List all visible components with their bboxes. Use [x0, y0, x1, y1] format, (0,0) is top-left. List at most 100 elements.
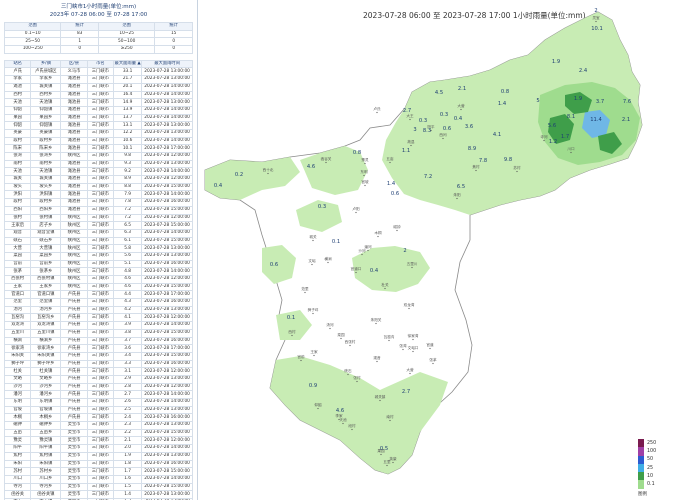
table-row[interactable]: 天池 天池镇 渑池县 三门峡市 9.2 2023-07-28 14:00:00: [3, 167, 193, 177]
table-row[interactable]: 杜关 杜关镇 卢氏县 三门峡市 3.1 2023-07-28 12:00:00: [3, 367, 193, 376]
table-row[interactable]: 五里川 五里川镇 卢氏县 三门峡市 3.8 2023-07-28 15:00:00: [3, 328, 193, 338]
table-row[interactable]: 官坡 官坡镇 卢氏县 三门峡市 2.5 2023-07-28 13:00:00: [3, 405, 193, 415]
table-row[interactable]: 西村 西村乡 渑池县 三门峡市 16.4 2023-07-28 14:00:00: [3, 90, 193, 100]
table-row[interactable]: 西张村 西张村镇 陕州区 三门峡市 4.6 2023-07-28 12:00:00: [3, 275, 193, 284]
table-cell: 瓦窑沟: [3, 313, 32, 323]
table-row[interactable]: 张茅 张茅乡 陕州区 三门峡市 4.8 2023-07-28 14:00:00: [3, 267, 193, 276]
table-row[interactable]: 南村 南村乡 渑池县 三门峡市 9.3 2023-07-28 13:00:00: [3, 159, 193, 169]
table-row[interactable]: 仰韶 仰韶镇 渑池县 三门峡市 13.9 2023-07-28 14:00:00: [3, 105, 193, 115]
table-cell: 16.4: [113, 90, 143, 100]
rainfall-value-label: 5: [536, 98, 539, 104]
table-row[interactable]: 朱阳 朱阳镇 灵宝市 三门峡市 1.8 2023-07-28 16:00:00: [3, 459, 193, 469]
station-dot: [364, 162, 366, 165]
table-row[interactable]: 天池 天池镇 渑池县 三门峡市 14.9 2023-07-28 13:00:00: [3, 98, 193, 107]
table-row[interactable]: 官道口 官道口镇 卢氏县 三门峡市 4.4 2023-07-28 17:00:00: [3, 290, 193, 300]
table-row[interactable]: 仰韶 仰韶镇 渑池县 三门峡市 13.1 2023-07-28 13:00:00: [3, 121, 193, 130]
rainfall-value-label: 0.1: [332, 239, 340, 245]
table-row[interactable]: 果园 果园乡 渑池县 三门峡市 13.7 2023-07-28 14:00:00: [3, 113, 193, 123]
table-row[interactable]: 磁钟 磁钟乡 灵宝市 三门峡市 2.3 2023-07-28 13:00:00: [3, 421, 193, 430]
table-cell: 2023-07-28 15:00:00: [141, 282, 193, 292]
table-row[interactable]: 川口 川口乡 灵宝市 三门峡市 1.6 2023-07-28 14:00:00: [3, 474, 193, 484]
table-row[interactable]: 函谷关 函谷关镇 灵宝市 三门峡市 1.4 2023-07-28 13:00:00: [3, 490, 193, 499]
table-cell: 三门峡市: [86, 159, 115, 169]
table-cell: 五里川: [3, 328, 32, 338]
table-row[interactable]: 汤河 汤河乡 卢氏县 三门峡市 4.2 2023-07-28 13:00:00: [3, 305, 193, 315]
table-row[interactable]: 横涧 横涧乡 卢氏县 三门峡市 3.7 2023-07-28 16:00:00: [3, 336, 193, 346]
table-row[interactable]: 王家后 店子乡 陕州区 三门峡市 6.5 2023-07-28 15:00:00: [3, 221, 193, 230]
table-cell: 7.2: [113, 213, 143, 223]
table-row[interactable]: 段村 段村乡 渑池县 三门峡市 7.8 2023-07-28 16:00:00: [3, 198, 193, 207]
table-cell: 2023-07-28 13:00:00: [141, 98, 193, 107]
table-row[interactable]: 东明 东明镇 卢氏县 三门峡市 2.6 2023-07-28 14:00:00: [3, 398, 193, 407]
station-dot: [311, 263, 313, 266]
table-row[interactable]: 坡头 坡头乡 渑池县 三门峡市 8.8 2023-07-28 15:00:00: [3, 182, 193, 192]
table-cell: 三门峡市: [86, 213, 115, 223]
table-cell: 李家乡: [30, 75, 62, 84]
table-cell: 川口乡: [30, 474, 62, 484]
table-row[interactable]: 城关 城关镇 渑池县 三门峡市 8.9 2023-07-28 12:00:00: [3, 175, 193, 184]
summary-cell: 10~25: [97, 29, 156, 39]
table-row[interactable]: 双龙湾 双龙湾镇 卢氏县 三门峡市 3.9 2023-07-28 14:00:00: [3, 321, 193, 330]
rainfall-value-label: 4.6: [336, 408, 344, 414]
place-label: 段村: [348, 423, 356, 428]
table-cell: 2023-07-28 14:00:00: [141, 113, 193, 123]
place-label: 宫前: [297, 354, 305, 359]
table-row[interactable]: 渑池 城关镇 渑池县 三门峡市 20.1 2023-07-28 14:00:00: [3, 82, 193, 92]
table-row[interactable]: 苏村 苏村乡 灵宝市 三门峡市 1.7 2023-07-28 15:00:00: [3, 467, 193, 476]
table-row[interactable]: 潘河 潘河乡 卢氏县 三门峡市 2.7 2023-07-28 14:00:00: [3, 390, 193, 399]
place-label: 范里: [301, 286, 309, 291]
table-row[interactable]: 王家 王家乡 陕州区 三门峡市 4.6 2023-07-28 15:00:00: [3, 282, 193, 292]
table-row[interactable]: 焦村 焦村镇 灵宝市 三门峡市 1.9 2023-07-28 13:00:00: [3, 451, 193, 461]
station-dot: [304, 291, 306, 294]
table-row[interactable]: 观音 观音堂镇 陕州区 三门峡市 6.3 2023-07-28 14:00:00: [3, 228, 193, 238]
table-row[interactable]: 张湾 张湾乡 陕州区 三门峡市 9.8 2023-07-28 12:00:00: [3, 152, 193, 161]
table-row[interactable]: 朱阳关 朱阳关镇 卢氏县 三门峡市 3.4 2023-07-28 15:00:00: [3, 351, 193, 361]
table-row[interactable]: 大营 大营镇 陕州区 三门峡市 5.8 2023-07-28 13:00:00: [3, 244, 193, 253]
table-row[interactable]: 木桐 木桐乡 卢氏县 三门峡市 2.4 2023-07-28 16:00:00: [3, 413, 193, 423]
table-cell: 三门峡市: [86, 221, 115, 230]
table-cell: 2.7: [113, 390, 143, 399]
station-dot: [409, 118, 411, 121]
table-row[interactable]: 狮子坪 狮子坪乡 卢氏县 三门峡市 3.3 2023-07-28 16:00:00: [3, 359, 193, 369]
table-row[interactable]: 张村 张村镇 陕州区 三门峡市 7.2 2023-07-28 12:00:00: [3, 213, 193, 223]
rainfall-value-label: 7.8: [479, 158, 487, 164]
table-row[interactable]: 豫灵 豫灵镇 灵宝市 三门峡市 2.1 2023-07-28 12:00:00: [3, 436, 193, 446]
table-cell: 阳平: [3, 444, 32, 453]
table-cell: 8.8: [113, 182, 143, 192]
table-row[interactable]: 英豪 英豪镇 渑池县 三门峡市 12.2 2023-07-28 13:00:00: [3, 128, 193, 138]
legend-label: 250: [647, 440, 657, 446]
table-row[interactable]: 洪阳 洪阳镇 渑池县 三门峡市 7.9 2023-07-28 14:00:00: [3, 190, 193, 200]
table-cell: 三门峡市: [86, 198, 115, 207]
table-row[interactable]: 硖石 硖石乡 陕州区 三门峡市 6.1 2023-07-28 15:00:00: [3, 236, 193, 246]
table-row[interactable]: 陈宋 陈宋乡 渑池县 三门峡市 10.1 2023-07-28 17:00:00: [3, 144, 193, 153]
rainfall-value-label: 4.1: [493, 132, 501, 138]
table-row[interactable]: 徐家湾 徐家湾乡 卢氏县 三门峡市 3.6 2023-07-28 17:00:00: [3, 344, 193, 353]
table-row[interactable]: 沙河 沙河乡 卢氏县 三门峡市 2.8 2023-07-28 12:00:00: [3, 382, 193, 392]
table-cell: 2023-07-28 15:00:00: [141, 236, 193, 246]
table-row[interactable]: 宫前 宫前乡 陕州区 三门峡市 5.1 2023-07-28 16:00:00: [3, 259, 193, 269]
table-row[interactable]: 瓦窑沟 瓦窑沟乡 卢氏县 三门峡市 4.1 2023-07-28 12:00:00: [3, 313, 193, 323]
sort-max-rain-header[interactable]: 最大面雨量 ▲: [113, 59, 143, 69]
station-dot: [442, 137, 444, 140]
rainfall-map[interactable]: 灵宝卢氏大营大王阳平西闫故县五亩豫灵焦村寺河川口苏村朱阳西十北函谷关东明官坡卢阳…: [198, 0, 675, 500]
table-row[interactable]: 寺河 寺河乡 灵宝市 三门峡市 1.5 2023-07-28 15:00:00: [3, 482, 193, 492]
table-row[interactable]: 西阳 西阳乡 渑池县 三门峡市 7.2 2023-07-28 15:00:00: [3, 205, 193, 215]
legend-label: 10: [647, 473, 654, 479]
station-header-cell: 站名: [3, 59, 32, 69]
table-cell: 13.9: [113, 105, 143, 115]
table-row[interactable]: 卢氏 卢氏县城区 义马市 三门峡市 33.1 2023-07-28 13:00:00: [3, 67, 193, 77]
table-row[interactable]: 段村 段村乡 渑池县 三门峡市 10.6 2023-07-28 14:00:00: [3, 136, 193, 146]
table-cell: 朱阳关镇: [30, 351, 62, 361]
table-row[interactable]: 文峪 文峪乡 卢氏县 三门峡市 2.9 2023-07-28 13:00:00: [3, 374, 193, 384]
table-row[interactable]: 菜园 菜园乡 陕州区 三门峡市 5.6 2023-07-28 13:00:00: [3, 251, 193, 261]
table-cell: 磁钟: [3, 421, 32, 430]
table-row[interactable]: 五亩 五亩乡 灵宝市 三门峡市 2.2 2023-07-28 15:00:00: [3, 428, 193, 438]
table-cell: 三门峡市: [86, 244, 115, 253]
place-label: 朱阳关: [371, 317, 382, 322]
table-cell: 豫灵: [3, 436, 32, 446]
table-cell: 2023-07-28 14:00:00: [141, 90, 193, 100]
table-row[interactable]: 阳平 阳平镇 灵宝市 三门峡市 2.0 2023-07-28 14:00:00: [3, 444, 193, 453]
table-row[interactable]: 李家 李家乡 渑池县 三门峡市 21.7 2023-07-28 13:00:00: [3, 75, 193, 84]
table-row[interactable]: 范里 范里镇 卢氏县 三门峡市 4.3 2023-07-28 16:00:00: [3, 298, 193, 307]
table-cell: 卢氏县: [60, 367, 88, 376]
